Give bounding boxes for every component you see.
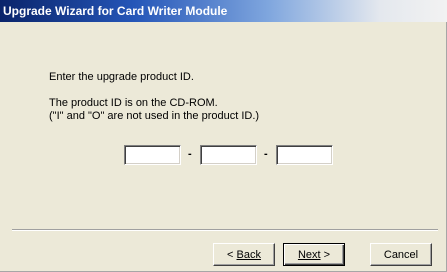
hint-text-line-2: ("I" and "O" are not used in the product… (49, 110, 260, 122)
back-button[interactable]: < Back (213, 243, 275, 266)
back-label: Back (236, 248, 261, 261)
wizard-window: Upgrade Wizard for Card Writer Module En… (0, 0, 447, 272)
product-id-field-1[interactable] (124, 145, 181, 165)
hint-text-line-1: The product ID is on the CD-ROM. (49, 97, 218, 109)
cancel-button[interactable]: Cancel (370, 243, 432, 266)
prompt-text: Enter the upgrade product ID. (49, 71, 194, 83)
back-prefix: < (227, 248, 237, 261)
next-button[interactable]: Next > (283, 243, 345, 266)
title-bar[interactable]: Upgrade Wizard for Card Writer Module (0, 0, 447, 22)
product-id-separator-1: - (188, 148, 192, 160)
product-id-separator-2: - (264, 148, 268, 160)
next-label: Next (297, 248, 321, 261)
window-title: Upgrade Wizard for Card Writer Module (3, 4, 228, 18)
product-id-field-2[interactable] (200, 145, 257, 165)
wizard-content: Enter the upgrade product ID. The produc… (0, 22, 447, 272)
next-suffix: > (320, 248, 331, 261)
button-divider (12, 229, 438, 231)
product-id-field-3[interactable] (276, 145, 333, 165)
